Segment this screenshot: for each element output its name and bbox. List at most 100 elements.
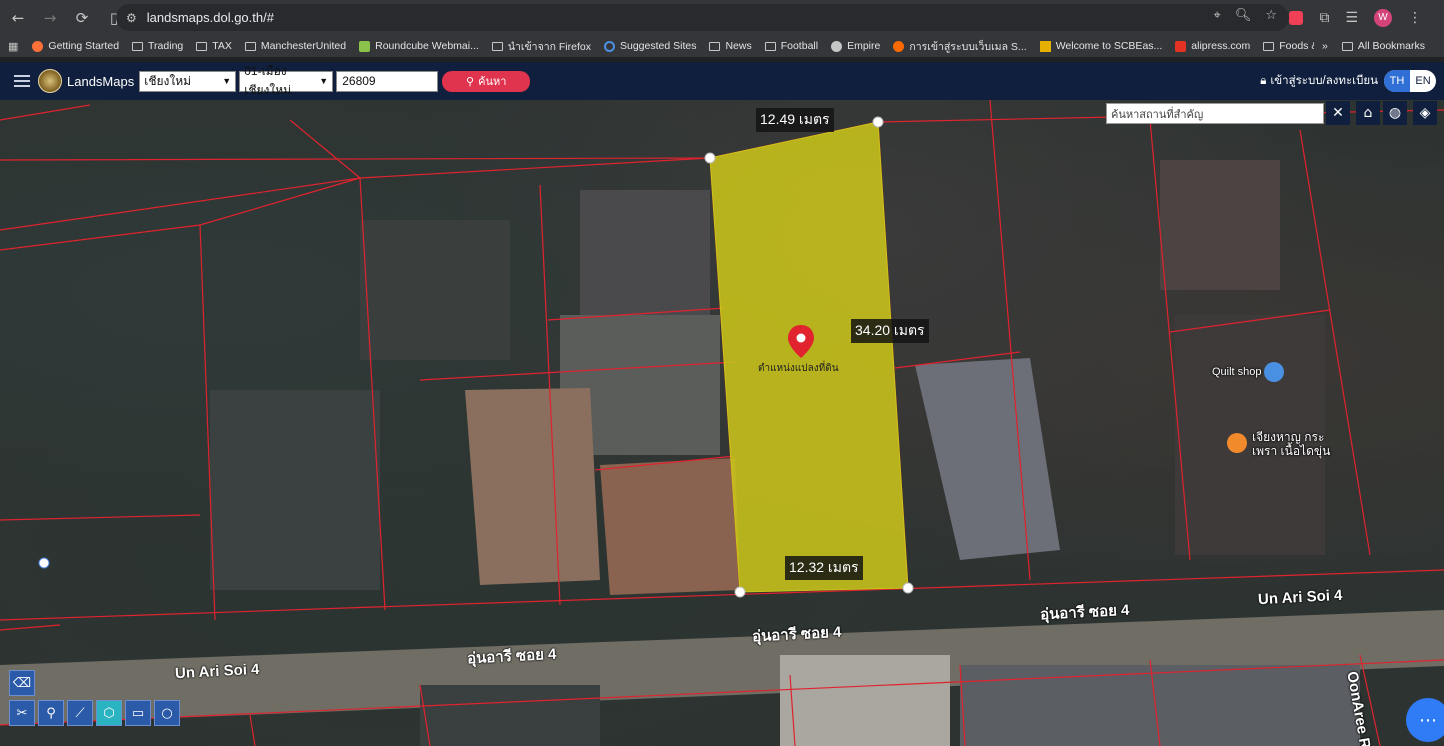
roof <box>465 388 600 585</box>
hamburger-menu-icon[interactable] <box>14 75 30 87</box>
bookmark-item[interactable]: TAX <box>196 40 232 52</box>
location-dot[interactable] <box>38 557 50 569</box>
layers-icon[interactable]: ◈ <box>1413 101 1437 125</box>
restaurant-icon[interactable] <box>1227 433 1247 453</box>
place-search-input[interactable]: ค้นหาสถานที่สำคัญ <box>1106 103 1324 124</box>
road-label: อุ่นอารี ซอย 4 <box>1039 601 1130 624</box>
bookmark-item[interactable]: Football <box>764 40 818 52</box>
eraser-icon[interactable]: ⌫ <box>9 670 35 696</box>
roof <box>600 458 740 595</box>
extensions-icon[interactable]: ⧉ <box>1319 10 1329 26</box>
roundcube-icon <box>359 40 371 52</box>
road-label: อุ่นอารี ซอย 4 <box>466 645 557 668</box>
province-select[interactable]: เชียงใหม่ ▼ <box>139 70 237 92</box>
folder-icon <box>1263 41 1275 51</box>
selected-parcel[interactable] <box>709 121 909 593</box>
bookmarks-overflow-icon[interactable]: » <box>1322 40 1328 52</box>
lang-th[interactable]: TH <box>1384 70 1410 92</box>
clear-drawing-icon[interactable]: ✂ <box>9 700 35 726</box>
home-icon[interactable]: ⌂ <box>1356 101 1380 125</box>
search-icon <box>603 40 615 52</box>
poi-label-quilt-shop[interactable]: Quilt shop <box>1212 366 1262 378</box>
poi-label-restaurant[interactable]: เจียงหาญ กระเพรา เนื้อไดขุ่น <box>1252 430 1340 458</box>
zoom-icon[interactable]: 🔍︎ <box>1235 8 1252 23</box>
globe-icon <box>831 40 843 52</box>
roof <box>210 390 380 590</box>
polygon-tool-icon[interactable]: ⬡ <box>96 700 122 726</box>
map-layer <box>0 100 1444 746</box>
circle-tool-icon[interactable]: ○ <box>154 700 180 726</box>
profile-avatar[interactable]: W <box>1374 8 1392 27</box>
roof <box>780 655 950 746</box>
folder-icon <box>132 41 144 51</box>
login-link[interactable]: 🔒︎ เข้าสู่ระบบ/ลงทะเบียน <box>1260 62 1378 100</box>
all-bookmarks[interactable]: All Bookmarks <box>1341 40 1425 52</box>
forward-button[interactable]: → <box>36 4 64 32</box>
folder-icon <box>196 41 208 51</box>
chevron-down-icon: ▼ <box>222 76 232 86</box>
brand-name: LandsMaps <box>67 73 135 89</box>
shopping-bag-icon[interactable] <box>1264 362 1284 382</box>
scb-icon <box>1039 40 1051 52</box>
bookmark-item[interactable]: นำเข้าจาก Firefox <box>491 38 591 55</box>
roof <box>420 685 600 746</box>
folder-icon <box>1341 41 1353 51</box>
map-canvas[interactable]: 12.49 เมตร 34.20 เมตร 12.32 เมตร ตำแหน่ง… <box>0 100 1444 746</box>
location-icon[interactable]: ⌖ <box>1214 8 1221 23</box>
roof <box>960 665 1360 746</box>
folder-icon <box>491 41 503 51</box>
browser-toolbar: ← → ⟳ ▯ ⚙ landsmaps.dol.go.th/# ⌖ 🔍︎ ☆ ⧉… <box>0 0 1444 35</box>
lock-icon: 🔒︎ <box>1260 74 1267 87</box>
menu-icon[interactable]: ⋮ <box>1408 10 1422 26</box>
lang-en[interactable]: EN <box>1410 70 1436 92</box>
bookmark-item[interactable]: Empire <box>831 40 880 52</box>
rectangle-tool-icon[interactable]: ▭ <box>125 700 151 726</box>
line-tool-icon[interactable]: ⟋ <box>67 700 93 726</box>
parcel-marker-label: ตำแหน่งแปลงที่ดิน <box>758 363 839 374</box>
dimension-right: 34.20 เมตร <box>851 319 929 343</box>
parcel-number-input[interactable] <box>336 70 439 92</box>
link-icon <box>893 40 905 52</box>
folder-icon <box>709 41 721 51</box>
url-text: landsmaps.dol.go.th/# <box>146 10 274 25</box>
roof <box>1160 160 1280 290</box>
apps-grid-icon[interactable]: ▦ <box>8 40 18 53</box>
drawing-toolbar: ✂ ⚲ ⟋ ⬡ ▭ ○ <box>9 700 180 726</box>
reload-button[interactable]: ⟳ <box>68 4 96 32</box>
bookmark-item[interactable]: การเข้าสู่ระบบเว็บเมล S... <box>893 38 1027 55</box>
pocket-icon[interactable] <box>1289 10 1304 25</box>
search-icon: ⚲ <box>466 75 475 88</box>
bookmark-item[interactable]: Welcome to SCBEas... <box>1039 40 1162 52</box>
roof <box>915 358 1060 560</box>
dimension-bottom: 12.32 เมตร <box>785 556 863 580</box>
bookmark-item[interactable]: ManchesterUnited <box>244 40 346 52</box>
bookmark-item[interactable]: Roundcube Webmai... <box>359 40 479 52</box>
clear-search-icon[interactable]: ✕ <box>1326 101 1350 125</box>
bookmark-star-icon[interactable]: ☆ <box>1265 8 1277 23</box>
globe-icon[interactable]: ◍ <box>1383 101 1407 125</box>
bookmark-item[interactable]: alipress.com <box>1175 40 1250 52</box>
back-button[interactable]: ← <box>4 4 32 32</box>
pin-center <box>796 333 806 343</box>
bookmark-item[interactable]: Suggested Sites <box>603 40 696 52</box>
dimension-top: 12.49 เมตร <box>756 108 834 132</box>
bookmark-item[interactable]: News <box>709 40 752 52</box>
bookmarks-bar: ▦ Getting Started Trading TAX ManchesterUni… <box>0 35 1444 57</box>
road-label: อุ่นอารี ซอย 4 <box>751 623 842 646</box>
address-bar[interactable]: ⚙ landsmaps.dol.go.th/# ⌖ 🔍︎ ☆ <box>116 4 1289 31</box>
app-header: LandsMaps เชียงใหม่ ▼ 01-เมืองเชียงใหม่ ▼ … <box>0 62 1444 100</box>
chat-button[interactable]: ⋯ <box>1406 698 1444 742</box>
marker-tool-icon[interactable]: ⚲ <box>38 700 64 726</box>
language-toggle[interactable]: TH EN <box>1384 70 1436 92</box>
folder-icon <box>244 41 256 51</box>
search-button[interactable]: ⚲ ค้นหา <box>442 70 531 92</box>
chevron-down-icon: ▼ <box>319 76 329 86</box>
roof <box>580 190 710 315</box>
bookmark-item[interactable]: Trading <box>132 40 183 52</box>
roof <box>360 220 510 360</box>
district-select[interactable]: 01-เมืองเชียงใหม่ ▼ <box>239 64 334 97</box>
bookmark-item[interactable]: Getting Started <box>32 40 119 52</box>
site-settings-icon[interactable]: ⚙ <box>126 11 137 25</box>
folder-icon <box>764 41 776 51</box>
media-icon[interactable]: ☰ <box>1345 10 1358 26</box>
